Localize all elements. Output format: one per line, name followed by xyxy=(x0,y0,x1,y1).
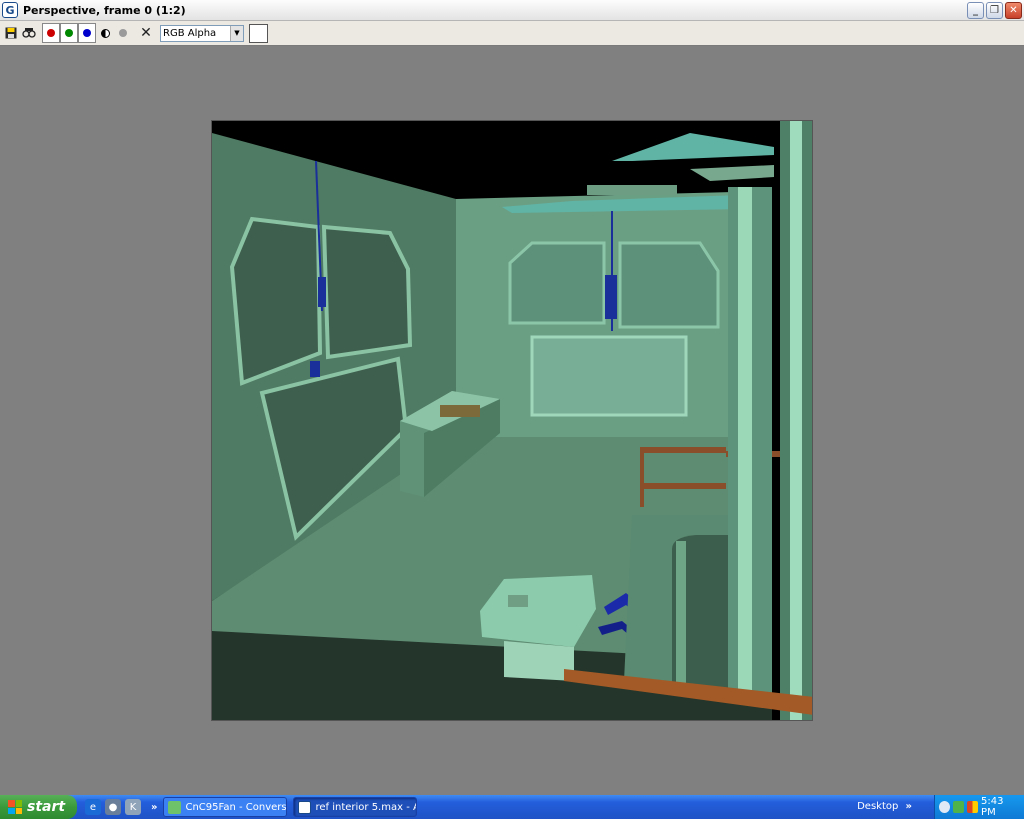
desktop-label: Desktop xyxy=(857,801,899,812)
save-icon[interactable] xyxy=(3,25,19,41)
minimize-button[interactable]: _ xyxy=(967,2,984,19)
render-image xyxy=(212,121,812,720)
ie-icon[interactable]: e xyxy=(85,799,101,815)
chat-app-icon xyxy=(168,800,182,814)
3dsmax-app-icon xyxy=(298,800,312,814)
task-button-chat[interactable]: CnC95Fan - Convers... xyxy=(163,797,288,817)
start-button[interactable]: start xyxy=(0,795,77,819)
max-icon[interactable]: K xyxy=(125,799,141,815)
chevron-down-icon[interactable]: ▼ xyxy=(230,25,243,41)
system-tray: 5:43 PM xyxy=(934,795,1024,819)
render-toolbar: ✕ RGB Alpha ▼ xyxy=(0,21,1024,46)
task-button-3dsmax[interactable]: ref interior 5.max - A... xyxy=(293,797,418,817)
color-swatch[interactable] xyxy=(249,23,268,43)
green-channel-toggle[interactable] xyxy=(60,23,78,43)
messenger-icon[interactable] xyxy=(953,801,965,813)
close-button[interactable]: ✕ xyxy=(1005,2,1022,19)
channel-display-value: RGB Alpha xyxy=(163,27,217,39)
render-viewport xyxy=(211,120,813,721)
app-logo-icon[interactable]: G xyxy=(2,2,18,18)
desktop-more-icon[interactable]: » xyxy=(906,801,912,812)
title-bar: G Perspective, frame 0 (1:2) _ ❐ ✕ xyxy=(0,0,1024,21)
quick-launch: e ● K » xyxy=(85,799,157,815)
green-dot-icon xyxy=(65,29,73,37)
security-icon[interactable] xyxy=(967,801,979,813)
half-circle-icon xyxy=(100,28,110,38)
tray-expand-icon[interactable] xyxy=(939,801,951,813)
desktop-toolbar[interactable]: Desktop » xyxy=(857,801,912,812)
channel-display-select[interactable]: RGB Alpha ▼ xyxy=(160,24,244,42)
task-label: ref interior 5.max - A... xyxy=(315,801,416,813)
blue-dot-icon xyxy=(83,29,91,37)
red-channel-toggle[interactable] xyxy=(42,23,60,43)
clone-icon[interactable] xyxy=(21,25,37,41)
alpha-toggle[interactable] xyxy=(114,23,132,43)
window-title: Perspective, frame 0 (1:2) xyxy=(23,3,186,17)
gray-dot-icon xyxy=(119,29,127,37)
mono-toggle[interactable] xyxy=(96,23,114,43)
clear-icon[interactable]: ✕ xyxy=(138,25,154,41)
media-icon[interactable]: ● xyxy=(105,799,121,815)
restore-button[interactable]: ❐ xyxy=(986,2,1003,19)
start-label: start xyxy=(27,799,66,815)
clock: 5:43 PM xyxy=(981,796,1004,818)
taskbar: start e ● K » CnC95Fan - Convers... ref … xyxy=(0,795,1024,819)
red-dot-icon xyxy=(47,29,55,37)
windows-flag-icon xyxy=(8,800,22,814)
task-label: CnC95Fan - Convers... xyxy=(185,801,288,813)
blue-channel-toggle[interactable] xyxy=(78,23,96,43)
quick-launch-more-icon[interactable]: » xyxy=(151,802,157,813)
